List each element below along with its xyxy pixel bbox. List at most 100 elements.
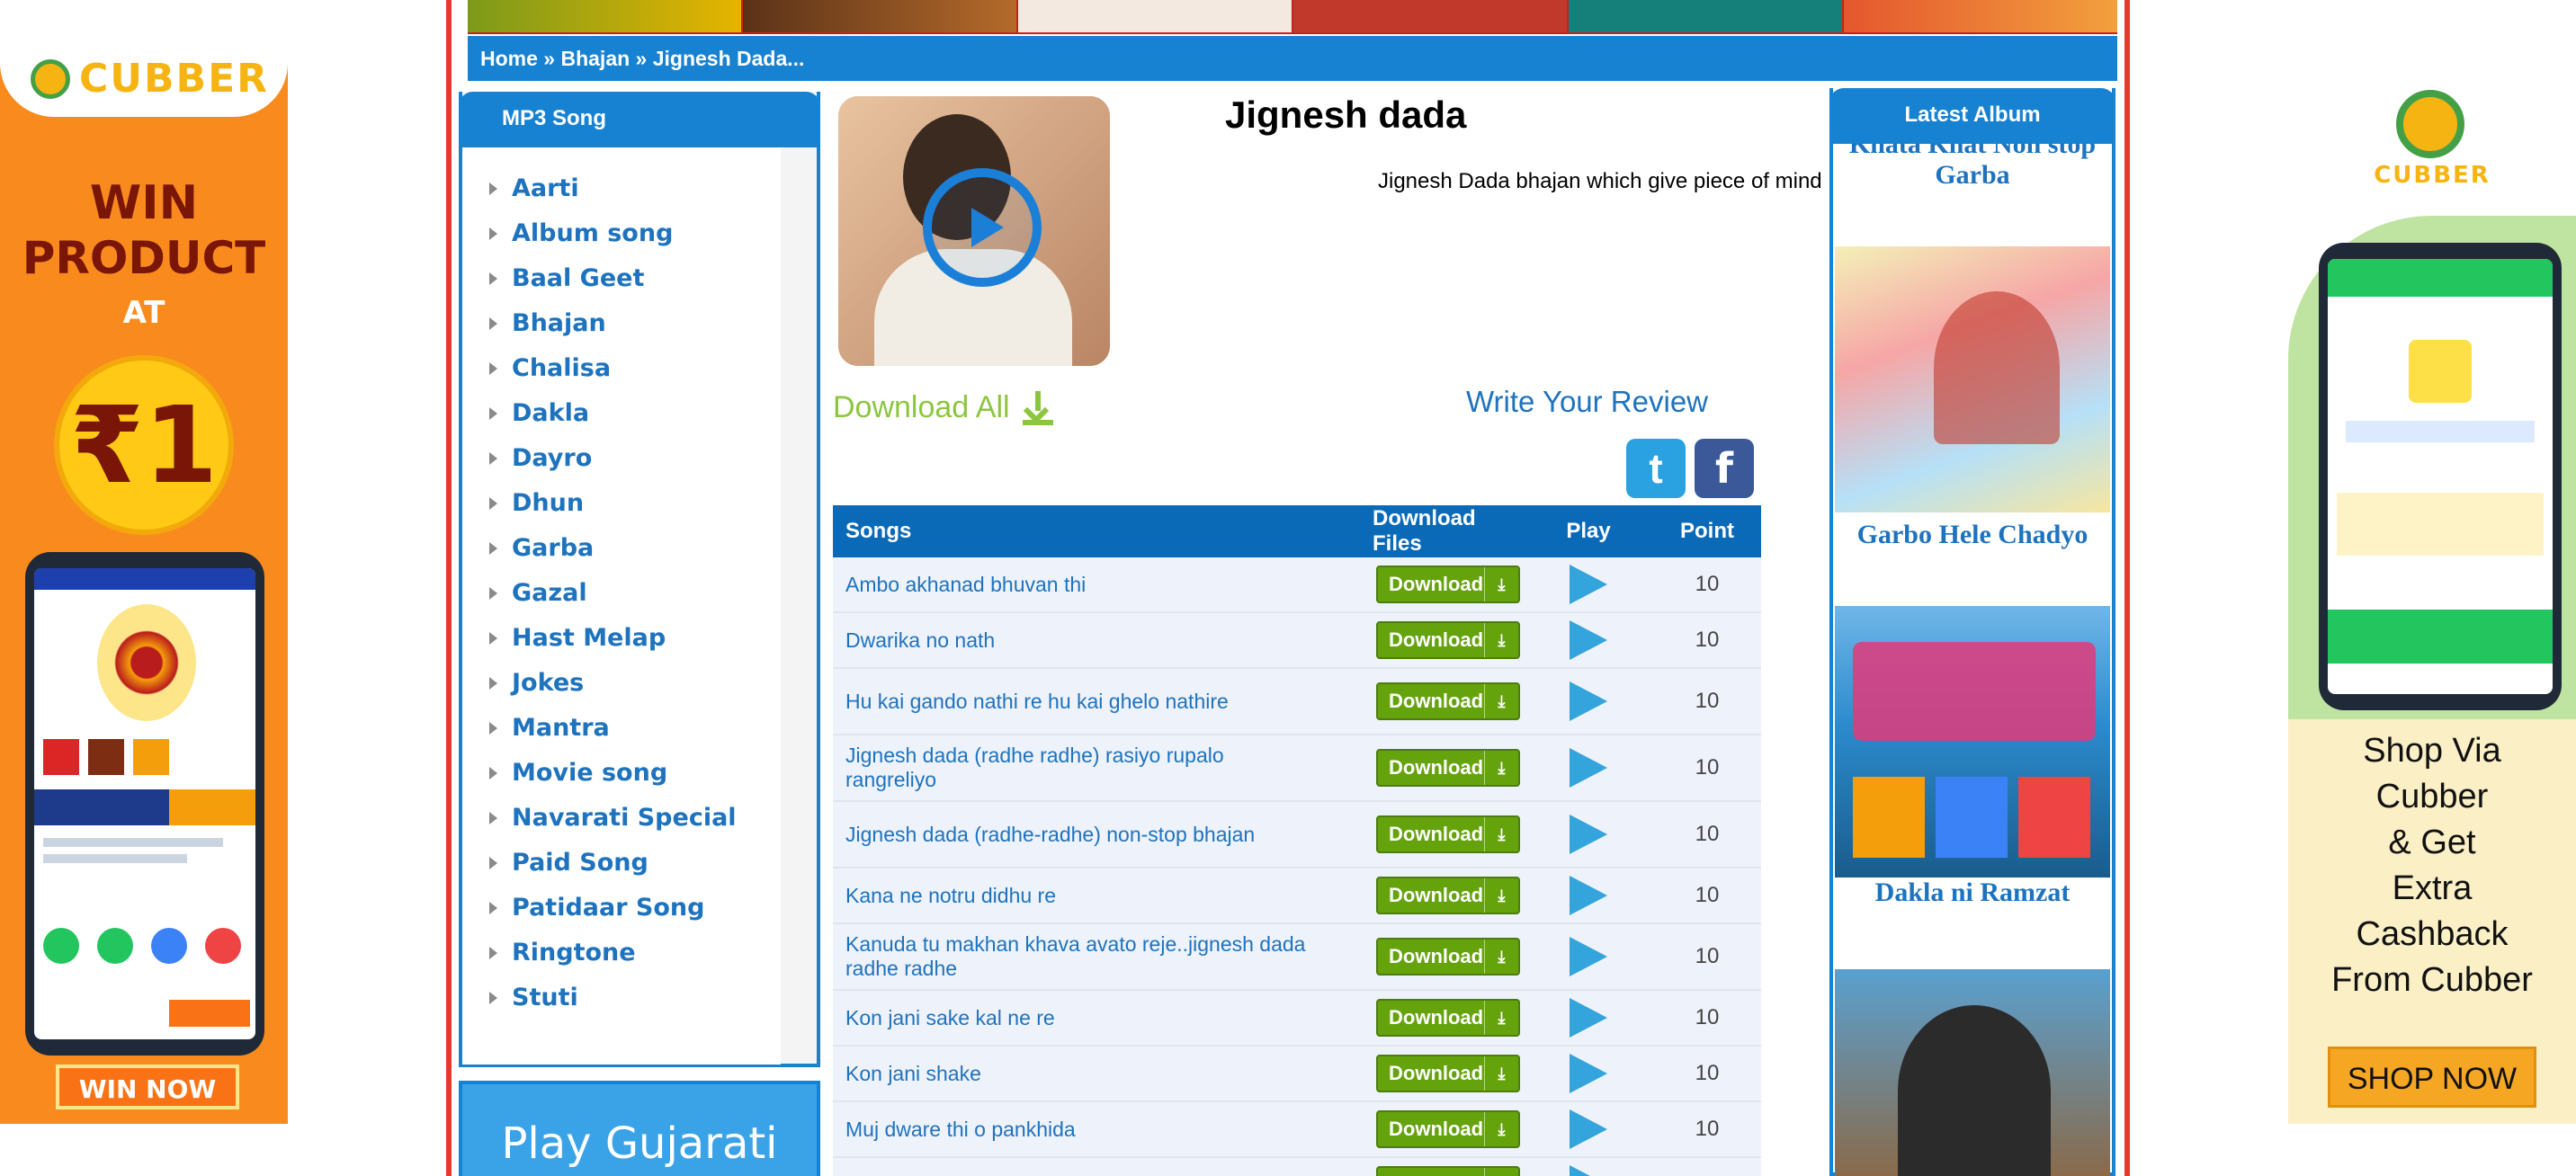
category-item-bhajan[interactable]: Bhajan [489,309,606,337]
play-cell [1524,620,1653,660]
play-icon[interactable] [1570,937,1607,976]
album-thumbnail[interactable] [1835,969,2110,1176]
category-item-dayro[interactable]: Dayro [489,444,592,472]
download-icon: ⤓ [1484,817,1518,851]
download-button[interactable]: Download⤓ [1376,1110,1520,1148]
download-button[interactable]: Download⤓ [1376,999,1520,1037]
category-item-patidaar-song[interactable]: Patidaar Song [489,894,704,922]
category-item-chalisa[interactable]: Chalisa [489,354,611,382]
category-item-mantra[interactable]: Mantra [489,714,610,742]
download-button[interactable]: Download⤓ [1376,566,1520,603]
category-item-paid-song[interactable]: Paid Song [489,849,648,877]
play-icon[interactable] [1570,1054,1607,1093]
write-review-link[interactable]: Write Your Review [1466,385,1708,419]
song-link[interactable]: Kanuda tu makhan khava avato reje..jigne… [845,932,1313,981]
song-link[interactable]: Dwarika no nath [845,628,1313,653]
play-icon[interactable] [1570,1165,1607,1176]
song-link[interactable]: Kon jani sake kal ne re [845,1006,1313,1030]
category-item-navarati-special[interactable]: Navarati Special [489,804,737,832]
category-item-dhun[interactable]: Dhun [489,489,584,517]
download-all-label: Download All [833,390,1010,424]
song-link[interactable]: Jignesh dada (radhe radhe) rasiyo rupalo… [845,744,1313,792]
download-all-link[interactable]: Download All [833,390,1053,425]
play-icon[interactable] [1570,1109,1607,1149]
twitter-share-button[interactable]: t [1626,439,1686,498]
play-cell [1524,1109,1653,1149]
arrow-icon [489,946,497,959]
shop-now-button[interactable]: SHOP NOW [2328,1047,2536,1108]
download-button[interactable]: Download⤓ [1376,621,1520,659]
category-item-jokes[interactable]: Jokes [489,669,584,697]
category-label: Dhun [512,489,585,517]
header-download-files: Download Files [1373,506,1476,556]
song-link[interactable]: Kana ne notru didhu re [845,884,1313,908]
album-thumbnail[interactable] [1835,246,2110,512]
table-row: Jignesh dada (radhe radhe) rasiyo rupalo… [833,735,1761,802]
song-link[interactable]: Muj dware thi o pankhida [845,1118,1313,1142]
win-now-button[interactable]: WIN NOW [56,1065,239,1109]
main-container: Home » Bhajan » Jignesh Dada... MP3 Song… [446,0,2130,1176]
play-icon[interactable] [1570,998,1607,1038]
category-label: Album song [512,219,674,247]
download-button[interactable]: Download⤓ [1376,682,1520,720]
latest-album-sidebar: Khata Khat Non stop Garba Latest Album G… [1829,88,2115,1176]
album-thumbnail[interactable] [1835,606,2110,878]
download-button[interactable]: Download⤓ [1376,938,1520,976]
category-item-garba[interactable]: Garba [489,534,594,562]
category-item-gazal[interactable]: Gazal [489,579,587,607]
category-label: Navarati Special [512,804,737,832]
play-icon[interactable] [1570,565,1607,604]
arrow-icon [489,811,497,824]
left-ad-banner[interactable]: CUBBER WIN PRODUCT AT ₹1 WIN NOW [0,0,288,1124]
category-item-ringtone[interactable]: Ringtone [489,939,636,967]
ad-right-copy: Shop Via Cubber & Get Extra Cashback Fro… [2288,728,2576,1003]
category-item-movie-song[interactable]: Movie song [489,759,667,787]
play-icon[interactable] [1570,620,1607,660]
song-cell: Kana ne notru didhu re [833,884,1373,908]
play-icon[interactable] [1570,682,1607,721]
category-item-dakla[interactable]: Dakla [489,399,589,427]
play-icon[interactable] [1570,748,1607,788]
download-button[interactable]: Download⤓ [1376,749,1520,787]
header-songs: Songs [845,519,912,543]
play-icon[interactable] [1570,815,1607,854]
category-item-stuti[interactable]: Stuti [489,984,578,1011]
album-caption[interactable]: Garbo Hele Chadyo [1833,520,2112,550]
point-value: 10 [1695,689,1720,713]
download-label: Download [1389,945,1484,967]
breadcrumb[interactable]: Home » Bhajan » Jignesh Dada... [468,36,2117,81]
play-circle-icon[interactable] [923,168,1042,287]
download-cell: Download⤓ [1373,815,1524,853]
download-button[interactable]: Download⤓ [1376,815,1520,853]
song-link[interactable]: Kon jani shake [845,1062,1313,1086]
arrow-icon [489,676,497,690]
song-link[interactable]: Jignesh dada (radhe-radhe) non-stop bhaj… [845,823,1313,847]
category-label: Paid Song [512,849,648,877]
category-item-aarti[interactable]: Aarti [489,174,579,202]
arrow-icon [489,316,497,330]
ad-text-line: Cashback [2356,915,2509,953]
download-cell: Download⤓ [1373,682,1524,720]
facebook-share-button[interactable]: f [1695,439,1754,498]
sidebar-title: MP3 Song [459,92,820,147]
download-button[interactable]: Download⤓ [1376,1166,1520,1176]
play-cell [1524,682,1653,721]
album-cover[interactable] [838,96,1110,366]
category-label: Hast Melap [512,624,666,652]
song-link[interactable]: Ambo akhanad bhuvan thi [845,573,1313,597]
right-ad-banner[interactable]: CUBBER Shop Via Cubber & Get Extra Cashb… [2288,0,2576,1124]
point-value: 10 [1653,1172,1761,1176]
download-label: Download [1389,884,1484,906]
download-button[interactable]: Download⤓ [1376,877,1520,914]
album-caption[interactable]: Dakla ni Ramzat [1833,878,2112,908]
song-link[interactable]: Radhe radhe dhun kirtan [845,1173,1313,1176]
arrow-icon [489,227,497,240]
play-gujarati-promo[interactable]: Play Gujarati [459,1081,820,1176]
song-link[interactable]: Hu kai gando nathi re hu kai ghelo nathi… [845,690,1313,714]
download-button[interactable]: Download⤓ [1376,1055,1520,1092]
category-item-album-song[interactable]: Album song [489,219,673,247]
download-cell: Download⤓ [1373,1110,1524,1148]
category-item-hast-melap[interactable]: Hast Melap [489,624,666,652]
play-icon[interactable] [1570,876,1607,915]
category-item-baal-geet[interactable]: Baal Geet [489,264,644,292]
